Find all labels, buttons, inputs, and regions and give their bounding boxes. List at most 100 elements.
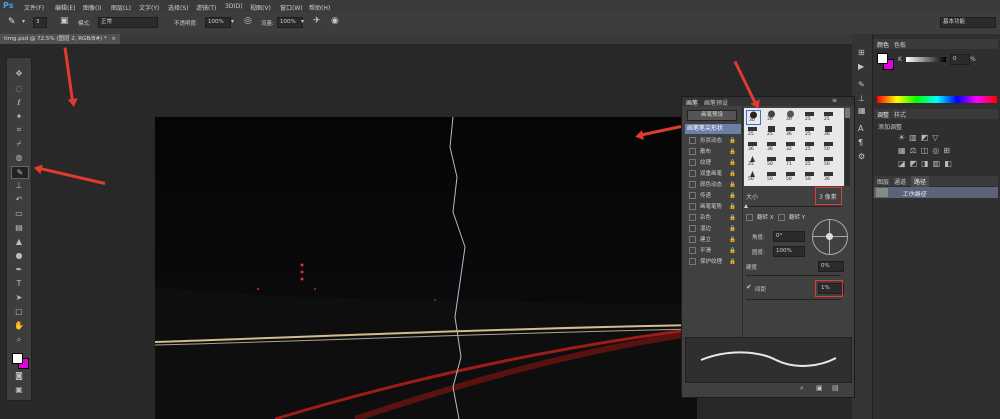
flip-y-checkbox[interactable]: 翻转 Y	[778, 214, 805, 223]
brush-tip[interactable]: 50	[765, 155, 778, 168]
k-value-field[interactable]: 0	[950, 54, 970, 65]
chevron-down-icon[interactable]: ▾	[22, 18, 25, 25]
tool-preset-icon[interactable]: ⚙	[858, 152, 865, 161]
tab-color[interactable]: 颜色	[877, 40, 889, 49]
tab-brush-presets[interactable]: 画笔预设	[704, 98, 728, 107]
marquee-tool-icon[interactable]: ◌	[11, 83, 27, 94]
brush-tip[interactable]: 36	[822, 170, 835, 183]
spacing-checkmark-icon[interactable]: ✔	[746, 283, 752, 291]
flow-dropdown-icon[interactable]: ▾	[301, 18, 304, 25]
brush-tip[interactable]: 30	[784, 110, 797, 123]
option-protect-texture[interactable]: 保护纹理 🔒	[689, 258, 736, 267]
menu-item-select[interactable]: 选择(S)	[168, 3, 189, 12]
brush-tip[interactable]: 25	[803, 155, 816, 168]
option-build-up[interactable]: 建立 🔒	[689, 236, 736, 245]
tab-layers[interactable]: 图层	[877, 177, 889, 186]
brush-panel-toggle-icon[interactable]: ▣	[60, 16, 69, 26]
clone-stamp-tool-icon[interactable]: ⊥	[11, 180, 27, 191]
mode-select[interactable]: 正常	[98, 17, 158, 28]
opacity-dropdown-icon[interactable]: ▾	[231, 18, 234, 25]
history-icon[interactable]: ⊞	[858, 48, 865, 57]
brush-tip[interactable]: 30	[746, 110, 761, 125]
lasso-tool-icon[interactable]: ℓ	[11, 97, 27, 108]
brush-tip[interactable]: 50	[784, 170, 797, 183]
pressure-size-icon[interactable]: ◉	[331, 16, 339, 26]
menu-item-3d[interactable]: 3D(D)	[225, 3, 243, 10]
menu-item-filter[interactable]: 滤镜(T)	[196, 3, 216, 12]
clone-source-icon[interactable]: ⊥	[858, 94, 865, 103]
brush-tip[interactable]: 50	[765, 170, 778, 183]
brush-tip[interactable]: 32	[784, 140, 797, 153]
brush-size-picker[interactable]: 3	[33, 17, 47, 28]
option-color-dynamics[interactable]: 颜色动态 🔒	[689, 181, 736, 190]
character-icon[interactable]: A	[858, 124, 863, 133]
path-row[interactable]: 工作路径	[874, 187, 998, 198]
panel-menu-icon[interactable]: ≡	[832, 97, 837, 104]
tab-adjustments[interactable]: 调整	[877, 110, 889, 119]
trash-icon[interactable]: ▤	[832, 384, 839, 392]
option-smoothing[interactable]: 平滑 🔒	[689, 247, 736, 256]
pressure-opacity-icon[interactable]: ◎	[244, 16, 252, 26]
brush-tool-icon[interactable]: ✎	[8, 17, 16, 27]
airbrush-icon[interactable]: ✈	[313, 16, 321, 26]
brush-tip[interactable]: 25	[803, 110, 816, 123]
tab-channels[interactable]: 通道	[894, 177, 906, 186]
brush-tip[interactable]: 25	[803, 125, 816, 138]
path-select-tool-icon[interactable]: ➤	[11, 292, 27, 303]
blur-tool-icon[interactable]: ▲	[11, 236, 27, 247]
menu-item-image[interactable]: 图像(I)	[83, 3, 101, 12]
brush-panel-icon[interactable]: ✎	[858, 80, 865, 89]
tab-paths[interactable]: 路径	[911, 176, 930, 187]
roundness-field[interactable]: 100%	[773, 246, 805, 257]
zoom-tool-icon[interactable]: ⌕	[11, 334, 27, 345]
brush-tip[interactable]: 25	[803, 140, 816, 153]
document-canvas[interactable]	[155, 117, 697, 419]
hardness-field[interactable]: 0%	[818, 261, 844, 272]
option-wet-edges[interactable]: 湿边 🔒	[689, 225, 736, 234]
color-spectrum[interactable]	[877, 96, 997, 103]
menu-item-view[interactable]: 视图(V)	[250, 3, 271, 12]
menu-item-layer[interactable]: 图层(L)	[111, 3, 131, 12]
swatch-icon[interactable]: ▦	[858, 106, 866, 115]
brush-tip[interactable]: 25	[822, 110, 835, 123]
option-dual-brush[interactable]: 双重画笔 🔒	[689, 170, 736, 179]
close-icon[interactable]: ×	[111, 34, 116, 44]
brush-tip[interactable]: 36	[746, 140, 759, 153]
menu-item-edit[interactable]: 编辑(E)	[55, 3, 75, 12]
option-transfer[interactable]: 传递 🔒	[689, 192, 736, 201]
quick-select-tool-icon[interactable]: ✦	[11, 111, 27, 122]
option-shape-dynamics[interactable]: 形状动态 🔒	[689, 137, 736, 146]
brush-tip[interactable]: 50	[746, 170, 759, 183]
menu-item-type[interactable]: 文字(Y)	[139, 3, 159, 12]
screen-mode-icon[interactable]: ▣	[11, 384, 27, 395]
tab-swatches[interactable]: 色板	[894, 40, 906, 49]
option-scattering[interactable]: 散布 🔒	[689, 148, 736, 157]
eyedropper-tool-icon[interactable]: ⌿	[11, 138, 27, 149]
new-brush-icon[interactable]: ▣	[816, 384, 823, 392]
opacity-field[interactable]: 100%	[205, 17, 231, 28]
menu-item-help[interactable]: 帮助(H)	[309, 3, 330, 12]
hardness-slider[interactable]	[746, 275, 841, 276]
brush-tip[interactable]: 50	[822, 140, 835, 153]
paragraph-icon[interactable]: ¶	[858, 138, 863, 147]
foreground-swatch[interactable]	[877, 53, 888, 64]
k-slider[interactable]	[906, 57, 946, 62]
brush-tip-grid[interactable]: 30 30 30 25 25 25 25 36 25 36 36 36 32 2…	[744, 108, 844, 186]
gradient-tool-icon[interactable]: ▤	[11, 222, 27, 233]
eraser-tool-icon[interactable]: ▭	[11, 208, 27, 219]
brush-tool-icon[interactable]: ✎	[11, 166, 29, 179]
crop-tool-icon[interactable]: ⌗	[11, 124, 27, 135]
foreground-color-swatch[interactable]	[12, 353, 23, 364]
option-brush-pose[interactable]: 画笔笔势 🔒	[689, 203, 736, 212]
workspace-select[interactable]: 基本功能	[940, 17, 996, 28]
quick-mask-icon[interactable]: ◙	[11, 370, 27, 381]
tab-brush[interactable]: 画笔	[686, 98, 698, 107]
brush-tip[interactable]: 50	[822, 155, 835, 168]
brush-tip-shape-option[interactable]: 画笔笔尖形状	[685, 124, 741, 134]
option-texture[interactable]: 纹理 🔒	[689, 159, 736, 168]
pen-tool-icon[interactable]: ✒	[11, 264, 27, 275]
spot-healing-tool-icon[interactable]: ◍	[11, 152, 27, 163]
brush-tip[interactable]: 50	[803, 170, 816, 183]
document-tab[interactable]: timg.psd @ 72.5% (图层 2, RGB/8#) * ×	[0, 34, 120, 44]
brush-tip[interactable]: 71	[784, 155, 797, 168]
